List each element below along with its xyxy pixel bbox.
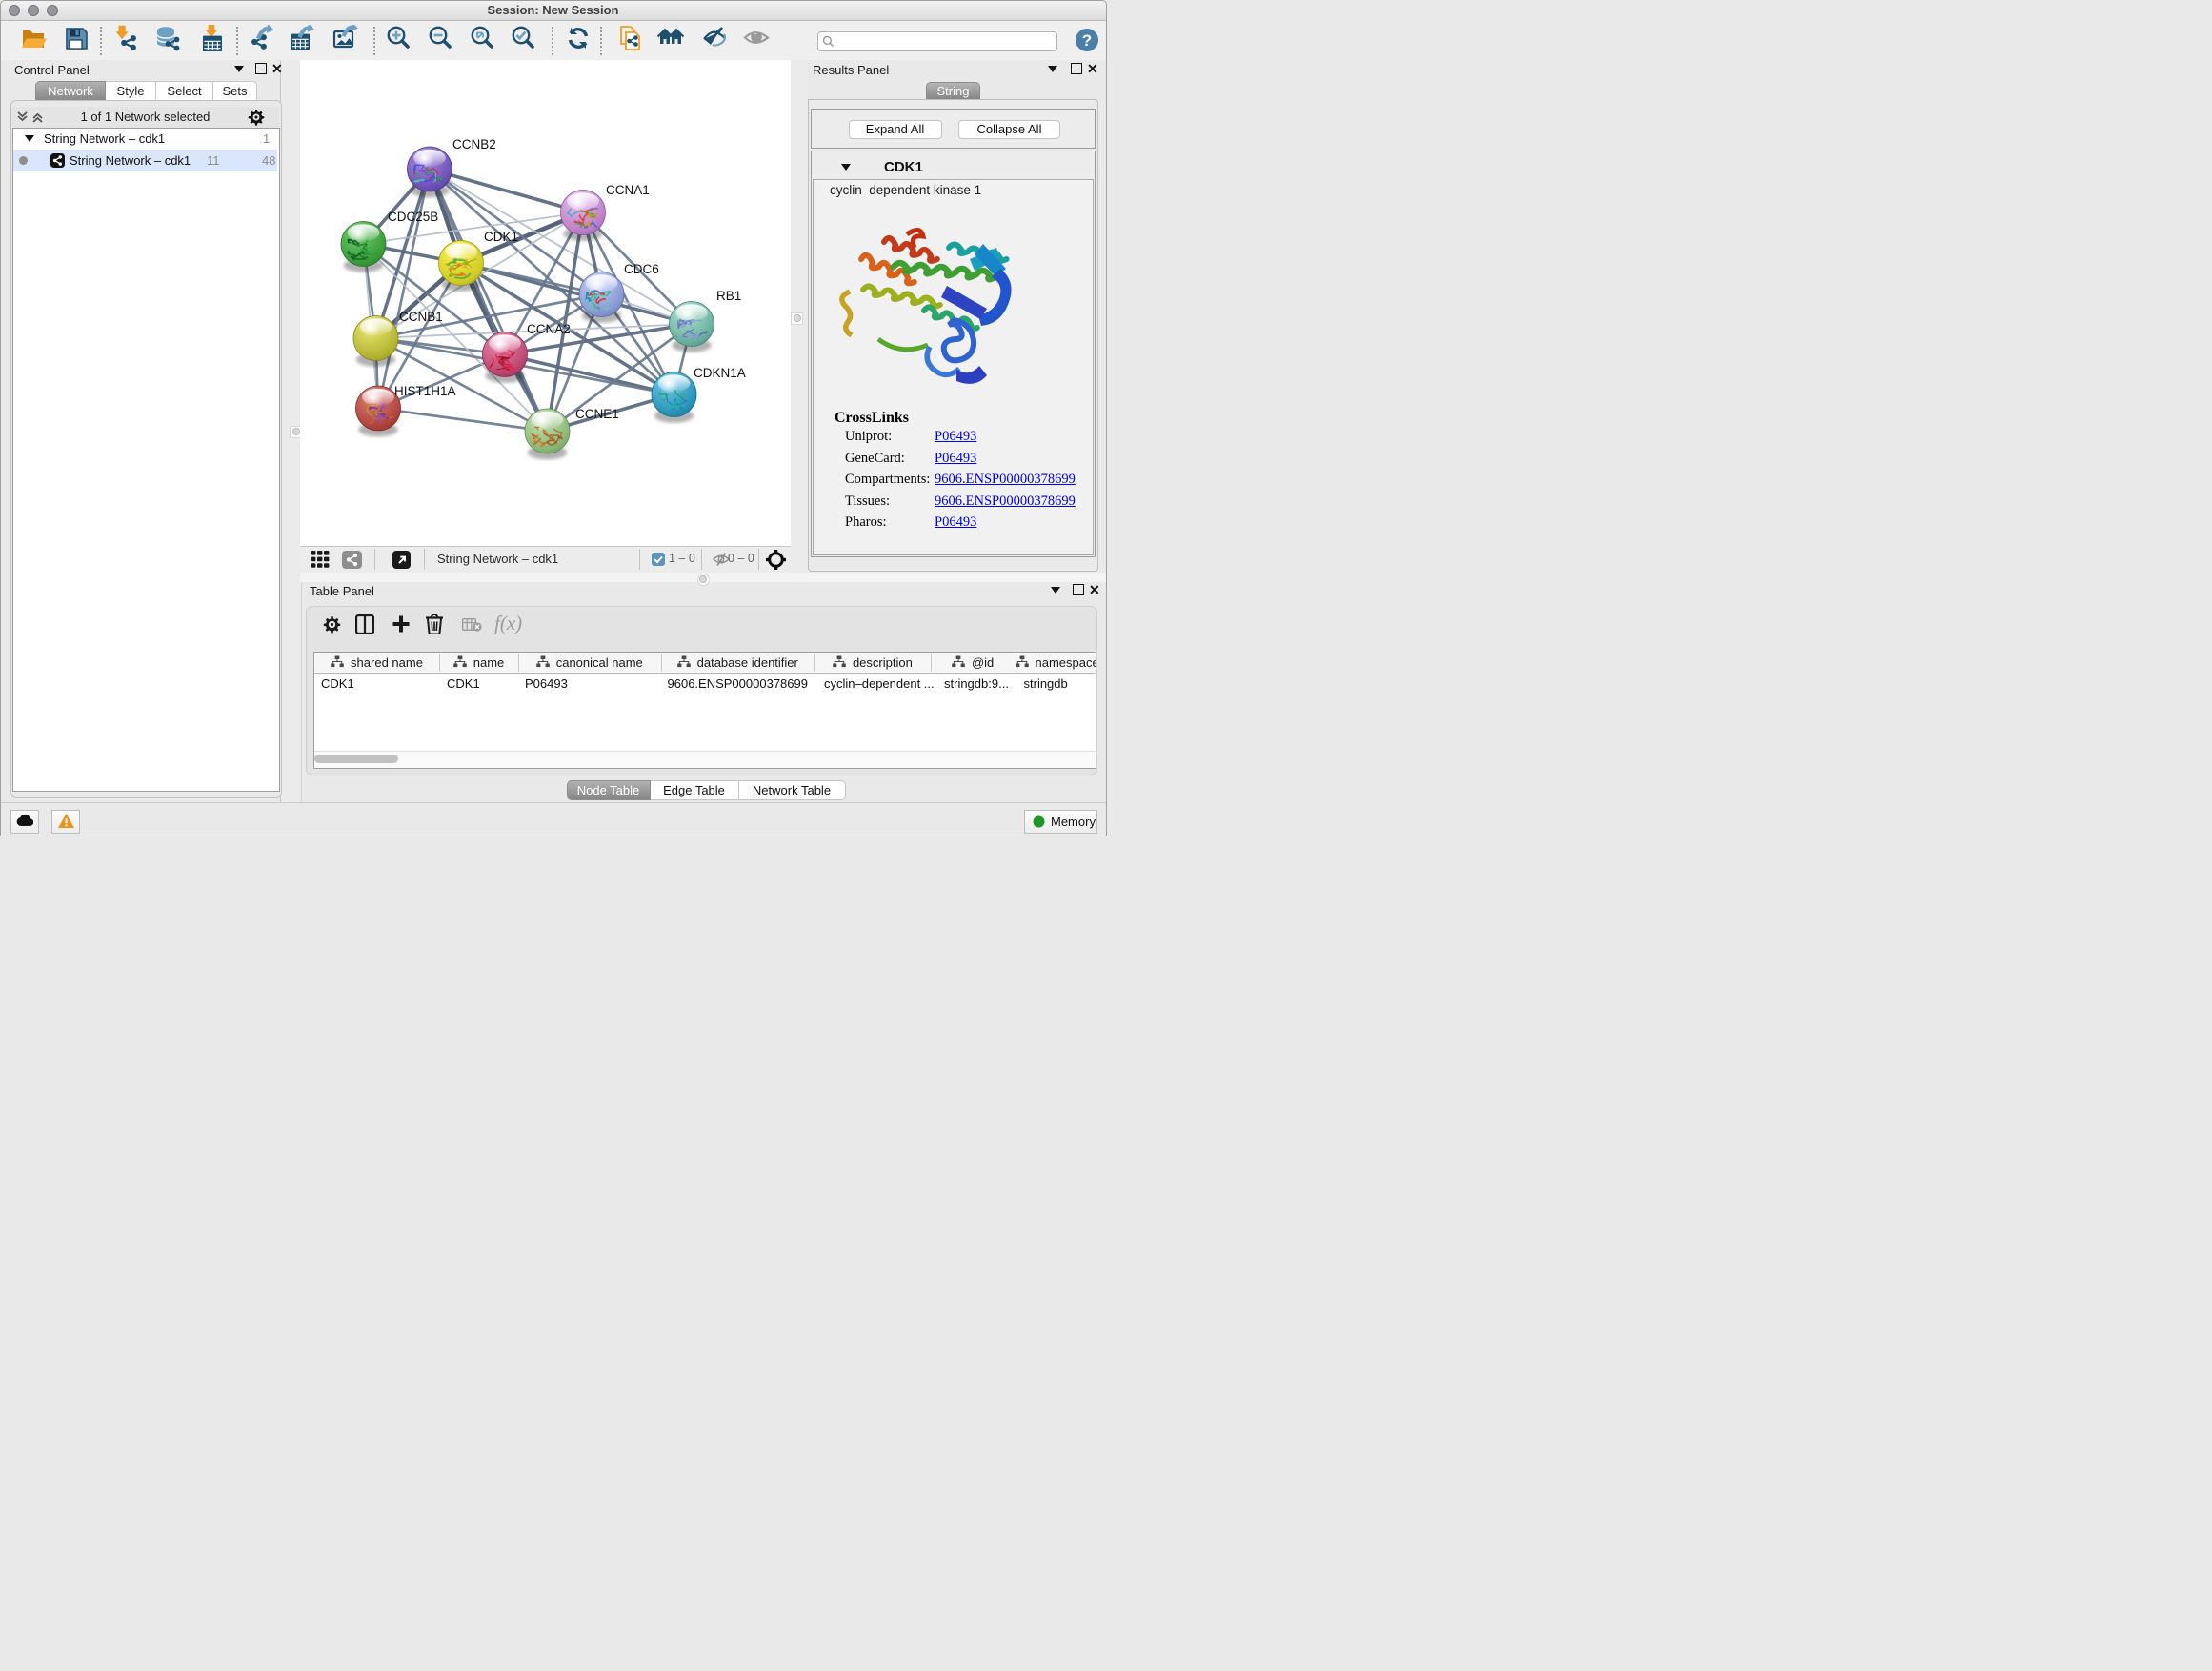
svg-text:CCNB2: CCNB2: [452, 137, 496, 151]
svg-text:CDK1: CDK1: [484, 230, 518, 244]
svg-text:CCNB1: CCNB1: [399, 310, 443, 324]
svg-text:?: ?: [1082, 31, 1092, 50]
svg-text:CCNA1: CCNA1: [606, 183, 650, 197]
svg-text:CDKN1A: CDKN1A: [694, 366, 746, 380]
svg-text:CDC6: CDC6: [624, 262, 659, 276]
svg-text:CCNE1: CCNE1: [575, 407, 619, 421]
svg-text:CCNA2: CCNA2: [527, 322, 571, 336]
svg-text:CDC25B: CDC25B: [388, 210, 438, 224]
svg-text:HIST1H1A: HIST1H1A: [394, 384, 456, 398]
svg-text:RB1: RB1: [716, 289, 741, 303]
